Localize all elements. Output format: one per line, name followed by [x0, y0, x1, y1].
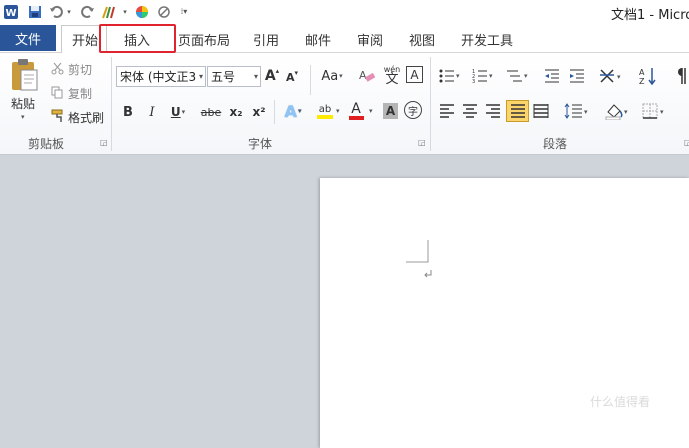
- undo-icon[interactable]: [48, 3, 64, 20]
- text-effects-button[interactable]: A ▾: [280, 101, 306, 121]
- shading-icon[interactable]: ▾: [603, 101, 631, 121]
- svg-text:Z: Z: [639, 77, 645, 86]
- tab-mailings[interactable]: 邮件: [305, 30, 331, 49]
- superscript-button[interactable]: x²: [250, 103, 268, 121]
- svg-text:▾: ▾: [456, 72, 460, 80]
- highlight-color-bar: [317, 114, 333, 119]
- chinese-layout-icon[interactable]: ▾: [598, 66, 626, 86]
- phonetic-guide-button[interactable]: wén 文: [381, 63, 403, 87]
- font-inner-separator: [310, 65, 311, 95]
- change-case-button[interactable]: Aa ▾: [318, 67, 346, 85]
- clipboard-group-label: 剪贴板: [28, 137, 65, 151]
- highlight-dropdown-icon[interactable]: ▾: [336, 107, 340, 115]
- watermark-text: 什么值得看: [590, 395, 651, 409]
- svg-text:3: 3: [472, 79, 475, 84]
- enclose-char-button[interactable]: 字: [404, 101, 422, 119]
- clipboard-launcher-icon[interactable]: ◲: [100, 138, 108, 147]
- font-color-bar: [348, 116, 364, 120]
- svg-text:▾: ▾: [524, 72, 528, 80]
- document-title: 文档1 - Micro: [611, 8, 689, 23]
- svg-text:▾: ▾: [489, 72, 493, 80]
- copy-icon[interactable]: [50, 85, 64, 99]
- align-right-icon[interactable]: [484, 102, 502, 120]
- italic-button[interactable]: I: [144, 103, 160, 121]
- align-left-icon[interactable]: [438, 102, 456, 120]
- paste-icon[interactable]: [6, 56, 42, 96]
- margin-corner-mark: [406, 240, 432, 278]
- tab-home[interactable]: 开始: [72, 30, 98, 49]
- increase-indent-icon[interactable]: [568, 67, 586, 85]
- font-name-combo[interactable]: 宋体 (中文正3 ▾: [116, 66, 206, 87]
- group-separator: [111, 57, 112, 151]
- font-size-combo[interactable]: 五号 ▾: [207, 66, 261, 87]
- svg-text:A: A: [639, 68, 645, 77]
- grow-font-button[interactable]: A ▴: [264, 67, 280, 85]
- paste-dropdown-icon[interactable]: ▾: [21, 113, 25, 121]
- cut-icon[interactable]: [50, 61, 64, 75]
- tab-review[interactable]: 审阅: [357, 30, 383, 49]
- justify-icon[interactable]: [506, 100, 529, 122]
- font-launcher-icon[interactable]: ◲: [418, 138, 426, 147]
- numbering-icon[interactable]: 1 2 3 ▾: [471, 67, 495, 85]
- paragraph-group-label: 段落: [543, 137, 568, 151]
- tab-view[interactable]: 视图: [409, 30, 435, 49]
- cut-button[interactable]: 剪切: [68, 61, 92, 78]
- paste-button[interactable]: 粘贴: [11, 95, 35, 112]
- decrease-indent-icon[interactable]: [543, 67, 561, 85]
- multilevel-list-icon[interactable]: ▾: [505, 67, 531, 85]
- paragraph-launcher-icon[interactable]: ◲: [684, 138, 689, 147]
- svg-text:▾: ▾: [617, 73, 621, 81]
- copy-button[interactable]: 复制: [68, 85, 92, 102]
- strikethrough-button[interactable]: abe: [200, 103, 222, 121]
- save-icon[interactable]: [26, 3, 44, 20]
- format-painter-button[interactable]: 格式刷: [68, 109, 104, 126]
- underline-button[interactable]: U ▾: [168, 103, 188, 121]
- line-spacing-icon[interactable]: ▾: [563, 101, 591, 121]
- svg-text:▾: ▾: [624, 108, 628, 116]
- font-size-value: 五号: [211, 70, 236, 84]
- svg-text:▾: ▾: [660, 108, 664, 116]
- clear-format-icon[interactable]: A: [356, 65, 378, 87]
- distributed-icon[interactable]: [532, 102, 550, 120]
- group-separator: [430, 57, 431, 151]
- font-size-dropdown-icon[interactable]: ▾: [254, 72, 258, 81]
- word-logo-icon: W: [2, 3, 20, 20]
- bullets-icon[interactable]: ▾: [438, 67, 462, 85]
- undo-dropdown-icon[interactable]: ▾: [64, 3, 74, 20]
- font-color-button[interactable]: A: [345, 100, 367, 122]
- tab-page-layout[interactable]: 页面布局: [178, 30, 230, 49]
- tab-references[interactable]: 引用: [253, 30, 279, 49]
- font-group-label: 字体: [248, 137, 273, 151]
- shrink-font-button[interactable]: A ▾: [285, 69, 299, 85]
- format-painter-qa-icon[interactable]: [100, 3, 120, 20]
- bold-button[interactable]: B: [120, 103, 136, 121]
- format-painter-icon[interactable]: [50, 109, 66, 123]
- svg-text:▾: ▾: [584, 108, 588, 116]
- insert-tab-highlight-box: [99, 24, 176, 53]
- color-wheel-icon[interactable]: [134, 3, 150, 20]
- redo-icon[interactable]: [80, 3, 96, 20]
- font-name-dropdown-icon[interactable]: ▾: [199, 72, 203, 81]
- svg-text:W: W: [5, 8, 16, 19]
- char-shading-button[interactable]: A: [383, 103, 398, 119]
- tab-developer[interactable]: 开发工具: [461, 30, 513, 49]
- svg-text:A: A: [359, 69, 367, 82]
- ribbon: 粘贴 ▾ 剪切 复制 格式刷 剪贴板 ◲ 宋体 (中文正3 ▾ 五号 ▾ A ▴ …: [0, 53, 689, 155]
- subscript-button[interactable]: x₂: [227, 103, 245, 121]
- align-center-icon[interactable]: [461, 102, 479, 120]
- sort-icon[interactable]: AZ: [638, 65, 658, 87]
- font-color-dropdown-icon[interactable]: ▾: [369, 107, 373, 115]
- font-name-value: 宋体 (中文正3: [120, 70, 197, 84]
- borders-icon[interactable]: ▾: [640, 101, 668, 121]
- font-inner-separator-2: [274, 100, 275, 124]
- show-marks-icon[interactable]: [673, 65, 689, 87]
- tab-file[interactable]: 文件: [0, 25, 56, 51]
- char-border-button[interactable]: A: [406, 66, 423, 83]
- title-bar: W ▾ ▾ ⁞▾ 文档1 - Micro: [0, 0, 689, 24]
- format-dropdown-icon[interactable]: ▾: [120, 3, 130, 20]
- no-spelling-icon[interactable]: [156, 3, 172, 20]
- customize-qa-icon[interactable]: ⁞▾: [178, 3, 190, 20]
